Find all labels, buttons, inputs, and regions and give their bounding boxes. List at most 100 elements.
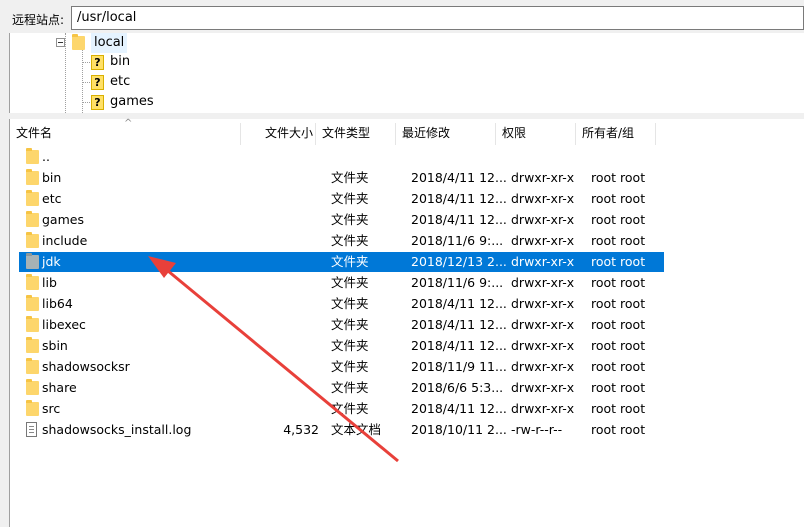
tree-node-label: local xyxy=(91,33,128,53)
folder-icon xyxy=(26,358,39,374)
tree-node-games[interactable]: ? games xyxy=(91,92,171,112)
folder-icon xyxy=(26,295,39,311)
cell-type: 文件夹 xyxy=(331,212,369,227)
cell-perms: drwxr-xr-x xyxy=(511,380,575,395)
remote-site-label: 远程站点: xyxy=(12,13,65,27)
remote-path-input[interactable]: /usr/local xyxy=(71,6,804,30)
cell-type: 文本文档 xyxy=(331,422,382,437)
table-row[interactable]: lib64 文件夹 2018/4/11 12... drwxr-xr-x root ro… xyxy=(19,294,664,314)
cell-modified: 2018/11/9 11... xyxy=(411,359,507,374)
cell-name: src xyxy=(42,401,61,416)
cell-modified: 2018/4/11 12... xyxy=(411,170,507,185)
tree-guide-line xyxy=(82,62,90,63)
table-row[interactable]: src 文件夹 2018/4/11 12... drwxr-xr-x root root xyxy=(19,399,664,419)
cell-owner: root root xyxy=(591,401,646,416)
remote-directory-tree[interactable]: local ? bin ? etc ? games xyxy=(9,33,804,113)
column-header-type[interactable]: 文件类型 xyxy=(322,121,394,147)
unknown-folder-icon: ? xyxy=(91,75,104,90)
cell-type: 文件夹 xyxy=(331,254,369,269)
folder-icon xyxy=(26,337,39,353)
cell-modified: 2018/4/11 12... xyxy=(411,317,507,332)
table-row[interactable]: shadowsocks_install.log 4,532 文本文档 2018/10/… xyxy=(19,420,664,440)
cell-owner: root root xyxy=(591,296,646,311)
column-header-label: 权限 xyxy=(502,126,527,140)
folder-icon xyxy=(26,148,39,164)
column-header-label: 文件名 xyxy=(16,126,53,140)
cell-perms: drwxr-xr-x xyxy=(511,170,575,185)
cell-type: 文件夹 xyxy=(331,338,369,353)
table-row[interactable]: .. xyxy=(19,147,664,167)
folder-icon xyxy=(26,169,39,185)
folder-icon xyxy=(26,379,39,395)
folder-icon xyxy=(26,211,39,227)
tree-node-etc[interactable]: ? etc xyxy=(91,72,171,92)
remote-site-bar: 远程站点: /usr/local xyxy=(0,0,804,36)
table-row[interactable]: share 文件夹 2018/6/6 5:3... drwxr-xr-x root ro… xyxy=(19,378,664,398)
cell-perms: drwxr-xr-x xyxy=(511,233,575,248)
cell-modified: 2018/4/11 12... xyxy=(411,212,507,227)
table-row[interactable]: lib 文件夹 2018/11/6 9:... drwxr-xr-x root root xyxy=(19,273,664,293)
folder-icon xyxy=(26,316,39,332)
cell-name: share xyxy=(42,380,77,395)
folder-icon xyxy=(26,400,39,416)
folder-icon xyxy=(26,232,39,248)
cell-name: bin xyxy=(42,170,62,185)
table-row[interactable]: shadowsocksr 文件夹 2018/11/9 11... drwxr-xr-x… xyxy=(19,357,664,377)
column-header-name[interactable]: 文件名 ^ xyxy=(16,118,241,147)
cell-owner: root root xyxy=(591,191,646,206)
table-row[interactable]: bin 文件夹 2018/4/11 12... drwxr-xr-x root root xyxy=(19,168,664,188)
cell-name: sbin xyxy=(42,338,68,353)
table-row[interactable]: libexec 文件夹 2018/4/11 12... drwxr-xr-x root … xyxy=(19,315,664,335)
cell-owner: root root xyxy=(591,254,646,269)
table-row[interactable]: games 文件夹 2018/4/11 12... drwxr-xr-x root ro… xyxy=(19,210,664,230)
column-header-size[interactable]: 文件大小 xyxy=(241,121,313,147)
table-row[interactable]: etc 文件夹 2018/4/11 12... drwxr-xr-x root root xyxy=(19,189,664,209)
sort-ascending-icon: ^ xyxy=(124,118,133,129)
cell-modified: 2018/11/6 9:... xyxy=(411,233,504,248)
column-divider[interactable] xyxy=(495,123,496,145)
cell-type: 文件夹 xyxy=(331,296,369,311)
cell-owner: root root xyxy=(591,212,646,227)
column-header-perms[interactable]: 权限 xyxy=(502,121,574,147)
cell-owner: root root xyxy=(591,233,646,248)
column-header-label: 所有者/组 xyxy=(582,126,635,140)
cell-name: include xyxy=(42,233,88,248)
column-divider[interactable] xyxy=(315,123,316,145)
column-divider[interactable] xyxy=(575,123,576,145)
cell-name: etc xyxy=(42,191,62,206)
tree-node-local[interactable]: local xyxy=(72,33,142,53)
cell-name: lib xyxy=(42,275,57,290)
remote-file-list[interactable]: 文件名 ^ 文件大小 文件类型 最近修改 权限 所有者/组 .. bin 文件夹 20… xyxy=(9,118,804,527)
table-row[interactable]: jdk 文件夹 2018/12/13 2... drwxr-xr-x root root xyxy=(19,252,664,272)
table-row[interactable]: sbin 文件夹 2018/4/11 12... drwxr-xr-x root roo… xyxy=(19,336,664,356)
cell-type: 文件夹 xyxy=(331,275,369,290)
cell-name: shadowsocks_install.log xyxy=(42,422,192,437)
tree-node-label: bin xyxy=(110,54,131,69)
column-divider[interactable] xyxy=(655,123,656,145)
unknown-folder-icon: ? xyxy=(91,55,104,70)
tree-node-bin[interactable]: ? bin xyxy=(91,52,171,72)
folder-icon xyxy=(26,274,39,290)
column-header-label: 最近修改 xyxy=(402,126,451,140)
cell-owner: root root xyxy=(591,422,646,437)
cell-name: jdk xyxy=(42,254,61,269)
column-divider[interactable] xyxy=(395,123,396,145)
cell-type: 文件夹 xyxy=(331,191,369,206)
table-row[interactable]: include 文件夹 2018/11/6 9:... drwxr-xr-x root … xyxy=(19,231,664,251)
collapse-toggle-icon[interactable] xyxy=(56,38,65,47)
cell-owner: root root xyxy=(591,275,646,290)
cell-owner: root root xyxy=(591,317,646,332)
cell-modified: 2018/4/11 12... xyxy=(411,191,507,206)
column-header-owner[interactable]: 所有者/组 xyxy=(582,121,657,147)
cell-perms: drwxr-xr-x xyxy=(511,338,575,353)
tree-guide-line xyxy=(82,102,90,103)
cell-perms: drwxr-xr-x xyxy=(511,296,575,311)
tree-node-label: games xyxy=(110,94,154,109)
column-header-modified[interactable]: 最近修改 xyxy=(402,121,497,147)
cell-modified: 2018/4/11 12... xyxy=(411,296,507,311)
folder-icon xyxy=(72,34,85,50)
cell-modified: 2018/4/11 12... xyxy=(411,338,507,353)
cell-modified: 2018/10/11 2... xyxy=(411,422,507,437)
cell-perms: drwxr-xr-x xyxy=(511,317,575,332)
cell-owner: root root xyxy=(591,170,646,185)
